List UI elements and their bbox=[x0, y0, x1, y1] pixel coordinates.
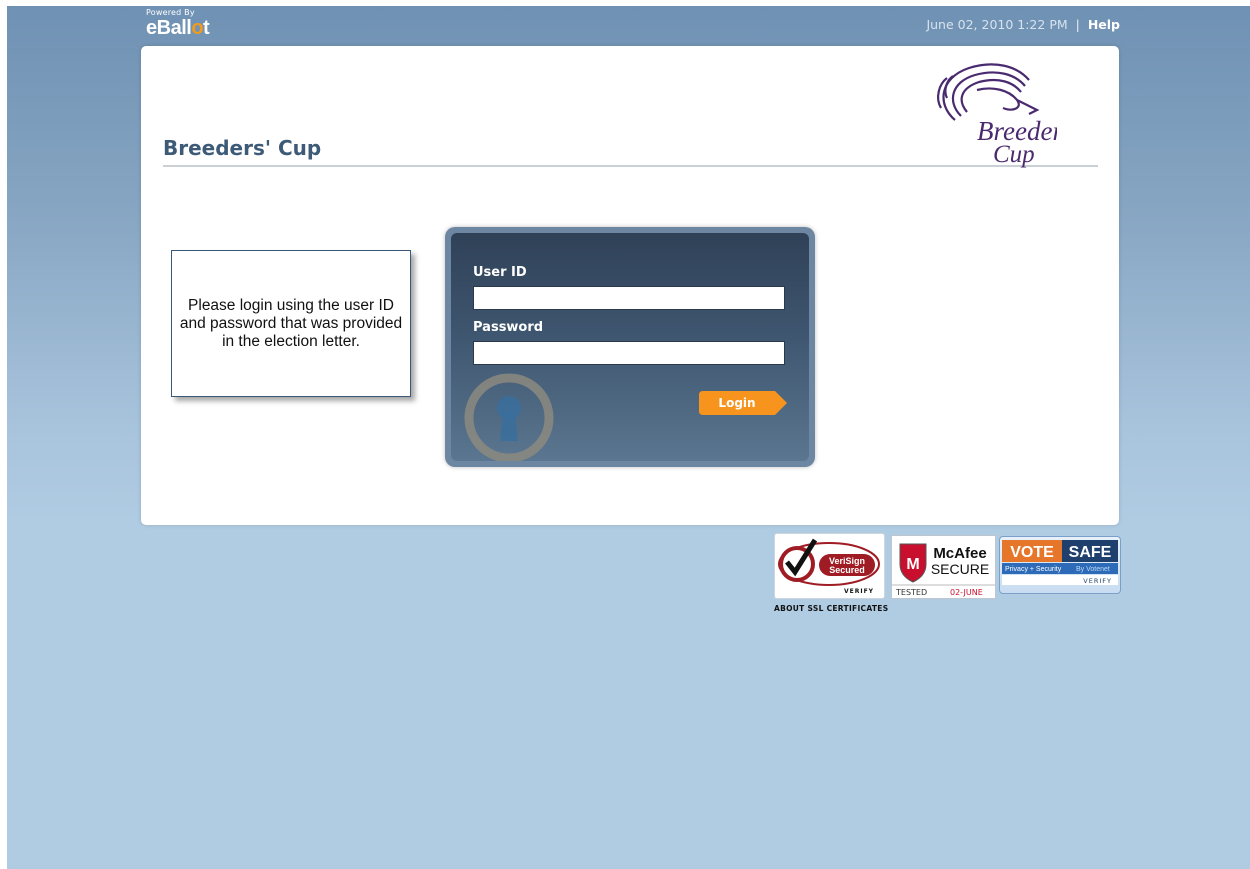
ballot-dot-icon: o bbox=[191, 17, 204, 39]
mcafee-name: McAfee bbox=[933, 545, 986, 562]
mcafee-tested: TESTED bbox=[895, 588, 927, 597]
mcafee-secure: SECURE bbox=[931, 561, 989, 577]
votesafe-verify: VERIFY bbox=[1083, 577, 1112, 585]
login-panel-inner: User ID Password Login bbox=[451, 233, 809, 461]
eballot-brand: eBallot bbox=[146, 17, 210, 39]
login-instructions: Please login using the user ID and passw… bbox=[171, 250, 411, 397]
keyhole-icon bbox=[464, 373, 554, 461]
current-datetime: June 02, 2010 1:22 PM bbox=[926, 17, 1068, 32]
votesafe-by: By Votenet bbox=[1076, 566, 1110, 573]
security-badges: VeriSign Secured VERIFY M McAfee SECURE … bbox=[774, 533, 1124, 623]
svg-text:M: M bbox=[906, 556, 919, 573]
powered-by-label: Powered By bbox=[146, 8, 195, 17]
instructions-text: Please login using the user ID and passw… bbox=[179, 296, 403, 350]
eballot-logo: Powered By eBallot bbox=[146, 8, 210, 39]
verisign-seal-icon: VeriSign Secured VERIFY bbox=[778, 538, 880, 595]
breeders-cup-logo: Breeders' Cup bbox=[937, 63, 1057, 168]
login-button[interactable]: Login bbox=[699, 391, 787, 415]
login-button-label: Login bbox=[718, 396, 756, 410]
header-info: June 02, 2010 1:22 PM | Help bbox=[926, 17, 1120, 32]
user-id-label: User ID bbox=[473, 265, 527, 280]
mcafee-date: 02-JUNE bbox=[950, 588, 983, 597]
help-link[interactable]: Help bbox=[1088, 17, 1120, 32]
page-title: Breeders' Cup bbox=[163, 136, 322, 160]
password-input[interactable] bbox=[473, 341, 785, 365]
main-card: Breeders' Cup Breeders' Cup Please login… bbox=[141, 46, 1119, 525]
votesafe-seal-icon: VOTE SAFE Privacy + Security By Votenet … bbox=[1002, 540, 1118, 585]
header-separator: | bbox=[1075, 17, 1080, 32]
about-ssl-link[interactable]: ABOUT SSL CERTIFICATES bbox=[774, 604, 888, 613]
verisign-line2: Secured bbox=[829, 565, 865, 575]
verisign-badge[interactable]: VeriSign Secured VERIFY bbox=[774, 533, 885, 599]
votesafe-badge[interactable]: VOTE SAFE Privacy + Security By Votenet … bbox=[999, 536, 1121, 594]
votesafe-vote: VOTE bbox=[1010, 544, 1054, 561]
votesafe-safe: SAFE bbox=[1069, 544, 1112, 561]
votesafe-tagline: Privacy + Security bbox=[1005, 566, 1062, 573]
password-label: Password bbox=[473, 320, 544, 335]
login-panel: User ID Password Login bbox=[445, 227, 815, 467]
page-background: Powered By eBallot June 02, 2010 1:22 PM… bbox=[7, 6, 1250, 869]
user-id-input[interactable] bbox=[473, 286, 785, 310]
mcafee-badge[interactable]: M McAfee SECURE TESTED 02-JUNE bbox=[891, 535, 996, 599]
mcafee-seal-icon: M McAfee SECURE TESTED 02-JUNE bbox=[892, 543, 995, 597]
verisign-verify: VERIFY bbox=[844, 588, 874, 595]
top-bar: Powered By eBallot June 02, 2010 1:22 PM… bbox=[7, 6, 1250, 46]
logo-text-sub: Cup bbox=[993, 141, 1035, 168]
